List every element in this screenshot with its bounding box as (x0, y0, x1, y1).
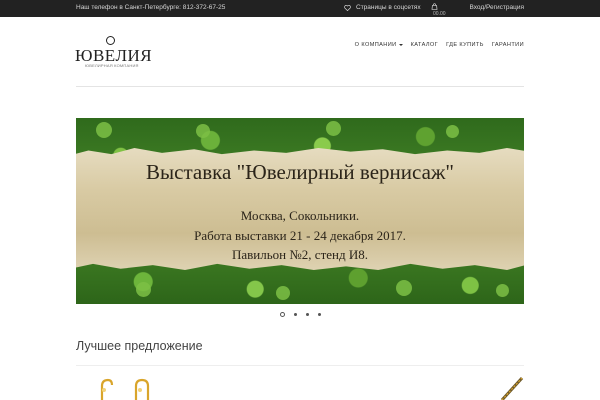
nav-item-label: ГДЕ КУПИТЬ (446, 42, 484, 48)
login-register-link[interactable]: Вход/Регистрация (469, 4, 524, 11)
phone-info: Наш телефон в Санкт-Петербурге: 812-372-… (76, 4, 226, 11)
site-logo[interactable]: ЮВЕЛИЯ ЮВЕЛИРНАЯ КОМПАНИЯ (75, 36, 155, 72)
cart-total: 00.00 (433, 11, 446, 17)
clover-decoration (196, 124, 210, 138)
clover-decoration (396, 280, 412, 296)
main-nav: О КОМПАНИИ КАТАЛОГ ГДЕ КУПИТЬ ГАРАНТИИ (355, 42, 524, 48)
product-bracelet-image[interactable] (500, 376, 526, 400)
logo-subtitle: ЮВЕЛИРНАЯ КОМПАНИЯ (85, 63, 139, 68)
clover-decoration (446, 125, 459, 138)
nav-item-label: ГАРАНТИИ (491, 42, 524, 48)
slide-location: Москва, Сокольники. (240, 208, 360, 223)
header-divider (76, 86, 524, 87)
nav-item-guarantees[interactable]: ГАРАНТИИ (492, 42, 524, 48)
shopping-bag-icon (431, 3, 438, 10)
clover-decoration (276, 286, 290, 300)
social-pages-link[interactable]: Страницы в соцсетях (344, 4, 421, 11)
nav-item-label: О КОМПАНИИ (354, 42, 397, 48)
slide-stand: Павильон №2, стенд И8. (232, 247, 368, 262)
nav-item-catalog[interactable]: КАТАЛОГ (411, 42, 439, 48)
slider-dot-2[interactable] (294, 313, 297, 316)
cart-button[interactable]: 00.00 (431, 3, 446, 17)
caret-down-icon (398, 44, 403, 46)
top-bar: Наш телефон в Санкт-Петербурге: 812-372-… (0, 0, 600, 17)
clover-decoration (96, 122, 112, 138)
nav-item-about[interactable]: О КОМПАНИИ (355, 42, 403, 48)
slider-pagination (280, 312, 321, 317)
nav-item-where-to-buy[interactable]: ГДЕ КУПИТЬ (446, 42, 484, 48)
heart-icon (344, 4, 351, 11)
slider-dot-3[interactable] (306, 313, 309, 316)
logo-ring-icon (106, 36, 115, 45)
section-divider (76, 365, 524, 366)
slider-dot-4[interactable] (318, 313, 321, 316)
product-earrings-image[interactable] (96, 378, 156, 400)
section-title: Лучшее предложение (76, 339, 203, 353)
social-pages-label: Страницы в соцсетях (356, 4, 421, 11)
hero-slider[interactable]: Выставка "Ювелирный вернисаж" Москва, Со… (76, 118, 524, 304)
clover-decoration (496, 284, 509, 297)
clover-decoration (136, 282, 151, 297)
slide-dates: Работа выставки 21 - 24 декабря 2017. (194, 228, 406, 243)
clover-decoration (326, 121, 341, 136)
slide-title: Выставка "Ювелирный вернисаж" (146, 160, 454, 184)
nav-item-label: КАТАЛОГ (410, 42, 439, 48)
slider-dot-1[interactable] (280, 312, 285, 317)
